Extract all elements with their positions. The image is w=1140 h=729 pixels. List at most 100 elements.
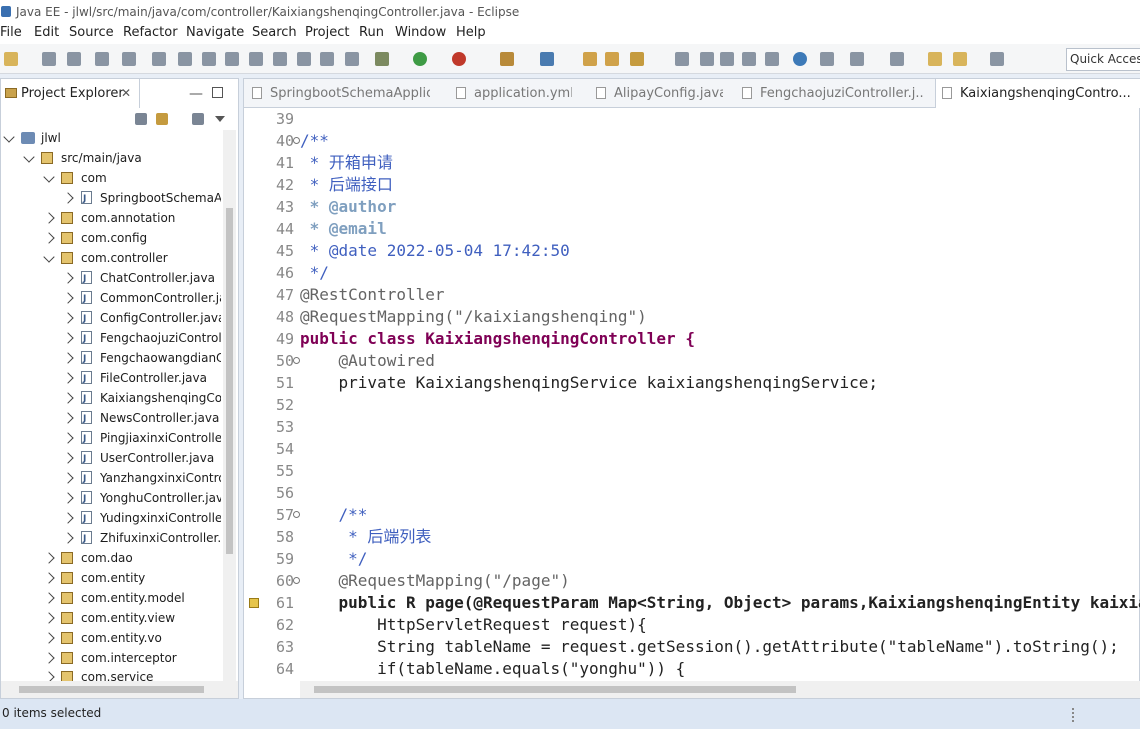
tree-item-com[interactable]: com [1,168,221,188]
chevron-right-icon[interactable] [43,632,55,644]
chevron-right-icon[interactable] [62,292,74,304]
code-line[interactable]: @RequestMapping("/kaixiangshenqing") [300,306,647,328]
tree-item-java-file[interactable]: FengchaojuziController.java [1,328,221,348]
forward-icon[interactable] [990,52,1004,66]
menu-help[interactable]: Help [456,24,486,42]
code-line[interactable]: * @author [300,196,397,218]
menu-search[interactable]: Search [252,24,297,42]
save-icon[interactable] [42,52,56,66]
new-icon[interactable] [4,52,18,66]
minimize-icon[interactable]: — [189,86,203,102]
tree-item-package[interactable]: com.entity [1,568,221,588]
toggle-block-icon[interactable] [720,52,734,66]
code-line[interactable]: public class KaixiangshenqingController … [300,328,695,350]
new-class-icon[interactable] [540,52,554,66]
terminate-icon[interactable] [202,52,216,66]
tab-springboot-schema[interactable]: SpringbootSchemaApplic... [246,79,430,108]
chevron-right-icon[interactable] [43,612,55,624]
chevron-right-icon[interactable] [62,332,74,344]
tree-item-java-file[interactable]: ChatController.java [1,268,221,288]
code-line[interactable]: @RestController [300,284,445,306]
tree-item-jlwl[interactable]: jlwl [1,128,221,148]
menu-edit[interactable]: Edit [34,24,59,42]
tree-item-java-file[interactable]: YonghuController.java [1,488,221,508]
toggle-highlight-icon[interactable] [700,52,714,66]
chevron-right-icon[interactable] [62,192,74,204]
chevron-right-icon[interactable] [43,552,55,564]
last-edit-icon[interactable] [928,52,942,66]
menu-source[interactable]: Source [69,24,114,42]
code-line[interactable]: * @date 2022-05-04 17:42:50 [300,240,570,262]
new-project-icon[interactable] [500,52,514,66]
chevron-down-icon[interactable] [43,171,55,183]
pin-icon[interactable] [820,52,834,66]
menu-refactor[interactable]: Refactor [123,24,178,42]
chevron-right-icon[interactable] [62,472,74,484]
tree-item-package[interactable]: com.interceptor [1,648,221,668]
chevron-right-icon[interactable] [62,412,74,424]
external-tools-icon[interactable] [452,52,466,66]
code-line[interactable]: @Autowired [300,350,435,372]
tab-application-yml[interactable]: application.yml [450,79,572,108]
chevron-right-icon[interactable] [62,312,74,324]
scroll-thumb[interactable] [314,686,796,693]
scroll-thumb[interactable] [226,208,233,554]
chevron-right-icon[interactable] [62,272,74,284]
filter-icon[interactable] [192,113,204,125]
tab-alipay-config[interactable]: AlipayConfig.java [590,79,723,108]
tree-item-com-config[interactable]: com.config [1,228,221,248]
code-line[interactable]: */ [300,262,329,284]
project-explorer-tab[interactable]: Project Explorer ✕ [1,79,140,108]
chevron-right-icon[interactable] [43,671,55,681]
menu-project[interactable]: Project [305,24,349,42]
tree-item-java-file[interactable]: NewsController.java [1,408,221,428]
chevron-right-icon[interactable] [43,212,55,224]
chevron-down-icon[interactable] [43,251,55,263]
collapse-all-icon[interactable] [135,113,147,125]
menu-run[interactable]: Run [359,24,384,42]
chevron-right-icon[interactable] [62,392,74,404]
suspend-icon[interactable] [178,52,192,66]
annotation-next-icon[interactable] [675,52,689,66]
run-icon[interactable] [413,52,427,66]
skip-breakpoints-icon[interactable] [122,52,136,66]
tree-item-java-file[interactable]: ZhifuxinxiController.java [1,528,221,548]
code-line[interactable]: /** [300,130,329,152]
tree-item-java-file[interactable]: ConfigController.java [1,308,221,328]
code-line[interactable]: HttpServletRequest request){ [300,614,647,636]
next-annotation-icon[interactable] [850,52,864,66]
menu-file[interactable]: File [0,24,22,42]
explorer-vertical-scrollbar[interactable] [223,130,236,696]
chevron-right-icon[interactable] [62,452,74,464]
fold-icon[interactable] [293,137,300,144]
close-icon[interactable]: ✕ [121,79,131,108]
tree-item-java-file[interactable]: CommonController.java [1,288,221,308]
code-line[interactable]: * 开箱申请 [300,152,393,174]
code-line[interactable]: public R page(@RequestParam Map<String, … [300,592,1140,614]
tree-item-package[interactable]: com.service [1,667,221,681]
tree-item-package[interactable]: com.entity.vo [1,628,221,648]
chevron-down-icon[interactable] [23,151,35,163]
quick-access-field[interactable]: Quick Access [1066,48,1140,71]
code-line[interactable]: private KaixiangshenqingService kaixiang… [300,372,878,394]
maximize-icon[interactable] [212,87,223,98]
back-icon[interactable] [953,52,967,66]
code-line[interactable]: * 后端列表 [300,526,431,548]
code-line[interactable]: @RequestMapping("/page") [300,570,570,592]
prev-annotation-icon[interactable] [890,52,904,66]
tree-item-java-file[interactable]: YudingxinxiController.java [1,508,221,528]
open-type-icon[interactable] [583,52,597,66]
code-line[interactable]: * 后端接口 [300,174,393,196]
chevron-right-icon[interactable] [62,372,74,384]
chevron-right-icon[interactable] [43,592,55,604]
tree-item-com-annotation[interactable]: com.annotation [1,208,221,228]
tree-item-package[interactable]: com.entity.view [1,608,221,628]
save-all-icon[interactable] [67,52,81,66]
resume-icon[interactable] [152,52,166,66]
scroll-thumb[interactable] [19,686,204,693]
chevron-right-icon[interactable] [62,432,74,444]
view-menu-icon[interactable] [215,116,225,122]
drop-to-frame-icon[interactable] [320,52,334,66]
fold-icon[interactable] [293,511,300,518]
fold-icon[interactable] [293,357,300,364]
